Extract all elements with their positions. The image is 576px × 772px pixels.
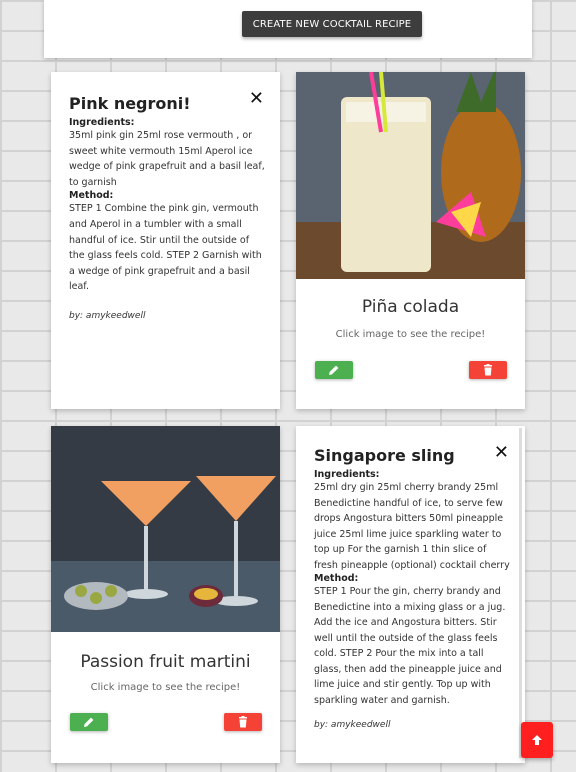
recipe-title: Pink negroni! — [69, 94, 191, 113]
cocktail-image[interactable] — [51, 426, 280, 632]
close-icon[interactable]: ✕ — [494, 444, 509, 462]
recipe-card-passion-fruit-martini: Passion fruit martini Click image to see… — [51, 426, 280, 763]
ingredients-label: Ingredients: — [314, 469, 380, 480]
author-byline: by: amykeedwell — [69, 310, 146, 321]
recipe-card-pina-colada: Piña colada Click image to see the recip… — [296, 72, 525, 409]
ingredients-label: Ingredients: — [69, 117, 135, 128]
scroll-top-button[interactable] — [521, 722, 553, 758]
ingredients-text: 25ml dry gin 25ml cherry brandy 25ml Ben… — [314, 482, 510, 571]
trash-icon — [239, 716, 247, 728]
method-label: Method: — [314, 573, 359, 584]
cocktail-image[interactable] — [296, 72, 525, 279]
recipe-card-singapore-sling: Singapore sling ✕ Ingredients: 25ml dry … — [296, 426, 525, 763]
delete-button[interactable] — [224, 713, 262, 731]
pencil-icon — [329, 365, 339, 375]
close-icon[interactable]: ✕ — [249, 90, 264, 108]
method-text: STEP 1 Pour the gin, cherry brandy and B… — [314, 586, 506, 706]
arrow-up-icon — [532, 735, 542, 745]
recipe-title: Singapore sling — [314, 446, 455, 465]
pencil-icon — [84, 717, 94, 727]
method-label: Method: — [69, 190, 114, 202]
edit-button[interactable] — [70, 713, 108, 731]
header-card: CREATE NEW COCKTAIL RECIPE — [44, 0, 532, 58]
trash-icon — [484, 364, 492, 376]
author-byline: by: amykeedwell — [314, 720, 391, 730]
delete-button[interactable] — [469, 361, 507, 379]
method-text: STEP 1 Combine the pink gin, vermouth an… — [69, 203, 262, 293]
image-hint: Click image to see the recipe! — [90, 682, 241, 693]
ingredients-text: 35ml pink gin 25ml rose vermouth , or sw… — [69, 130, 265, 188]
image-hint: Click image to see the recipe! — [335, 329, 486, 340]
recipe-title: Piña colada — [361, 297, 460, 317]
recipe-title: Passion fruit martini — [80, 652, 251, 672]
card-scrollbar[interactable] — [519, 428, 522, 758]
create-recipe-button[interactable]: CREATE NEW COCKTAIL RECIPE — [242, 11, 422, 37]
recipe-card-pink-negroni: Pink negroni! ✕ Ingredients: 35ml pink g… — [51, 72, 280, 409]
edit-button[interactable] — [315, 361, 353, 379]
